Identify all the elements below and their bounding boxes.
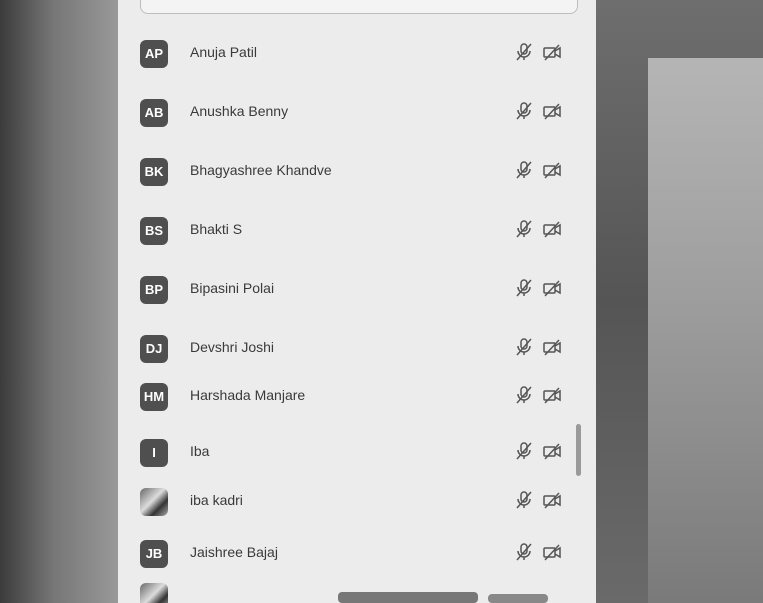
camera-off-icon[interactable]	[542, 441, 562, 461]
video-tile	[648, 58, 763, 603]
microphone-muted-icon[interactable]	[514, 101, 534, 121]
participant-avatar: AB	[140, 99, 168, 127]
participant-row[interactable]: iba kadri	[118, 472, 596, 530]
camera-off-icon[interactable]	[542, 101, 562, 121]
microphone-muted-icon[interactable]	[514, 160, 534, 180]
participant-row[interactable]: JB Jaishree Bajaj	[118, 524, 596, 582]
camera-off-icon[interactable]	[542, 278, 562, 298]
participant-name: iba kadri	[190, 492, 243, 508]
camera-off-icon[interactable]	[542, 542, 562, 562]
participant-row[interactable]: BK Bhagyashree Khandve	[118, 142, 596, 200]
participant-avatar: I	[140, 439, 168, 467]
participant-name: Bhakti S	[190, 221, 243, 237]
participant-name: Bhagyashree Khandve	[190, 162, 332, 178]
participant-avatar: HM	[140, 383, 168, 411]
bottom-action-button-secondary[interactable]	[488, 594, 548, 603]
participant-name: Jaishree Bajaj	[190, 544, 278, 560]
participant-row[interactable]: BP Bipasini Polai	[118, 260, 596, 318]
participant-name: Anushka Benny	[190, 103, 289, 119]
participant-avatar: AP	[140, 40, 168, 68]
participant-name: Anuja Patil	[190, 44, 257, 60]
participant-row[interactable]: HM Harshada Manjare	[118, 367, 596, 425]
participant-row[interactable]: AP Anuja Patil	[118, 24, 596, 82]
background-video-right	[596, 0, 763, 603]
camera-off-icon[interactable]	[542, 42, 562, 62]
microphone-muted-icon[interactable]	[514, 42, 534, 62]
participant-row[interactable]: BS Bhakti S	[118, 201, 596, 259]
participant-avatar: BS	[140, 217, 168, 245]
camera-off-icon[interactable]	[542, 490, 562, 510]
participant-name: Iba	[190, 443, 210, 459]
microphone-muted-icon[interactable]	[514, 441, 534, 461]
microphone-muted-icon[interactable]	[514, 385, 534, 405]
camera-off-icon[interactable]	[542, 160, 562, 180]
camera-off-icon[interactable]	[542, 385, 562, 405]
background-video-left	[0, 0, 120, 603]
participant-photo-avatar-partial	[140, 583, 168, 603]
participant-name: Devshri Joshi	[190, 339, 275, 355]
microphone-muted-icon[interactable]	[514, 337, 534, 357]
search-input[interactable]	[140, 0, 578, 14]
microphone-muted-icon[interactable]	[514, 490, 534, 510]
scrollbar-thumb[interactable]	[576, 424, 581, 476]
microphone-muted-icon[interactable]	[514, 278, 534, 298]
participant-avatar: BK	[140, 158, 168, 186]
participant-photo-avatar	[140, 488, 168, 516]
microphone-muted-icon[interactable]	[514, 542, 534, 562]
camera-off-icon[interactable]	[542, 219, 562, 239]
participant-avatar: JB	[140, 540, 168, 568]
participant-avatar: BP	[140, 276, 168, 304]
participant-name: Bipasini Polai	[190, 280, 275, 296]
participant-row[interactable]: AB Anushka Benny	[118, 83, 596, 141]
bottom-action-button[interactable]	[338, 592, 478, 603]
microphone-muted-icon[interactable]	[514, 219, 534, 239]
participants-panel: AP Anuja Patil AB Anushka Benny BK Bhagy…	[118, 0, 596, 603]
camera-off-icon[interactable]	[542, 337, 562, 357]
participant-avatar: DJ	[140, 335, 168, 363]
participant-name: Harshada Manjare	[190, 387, 306, 403]
